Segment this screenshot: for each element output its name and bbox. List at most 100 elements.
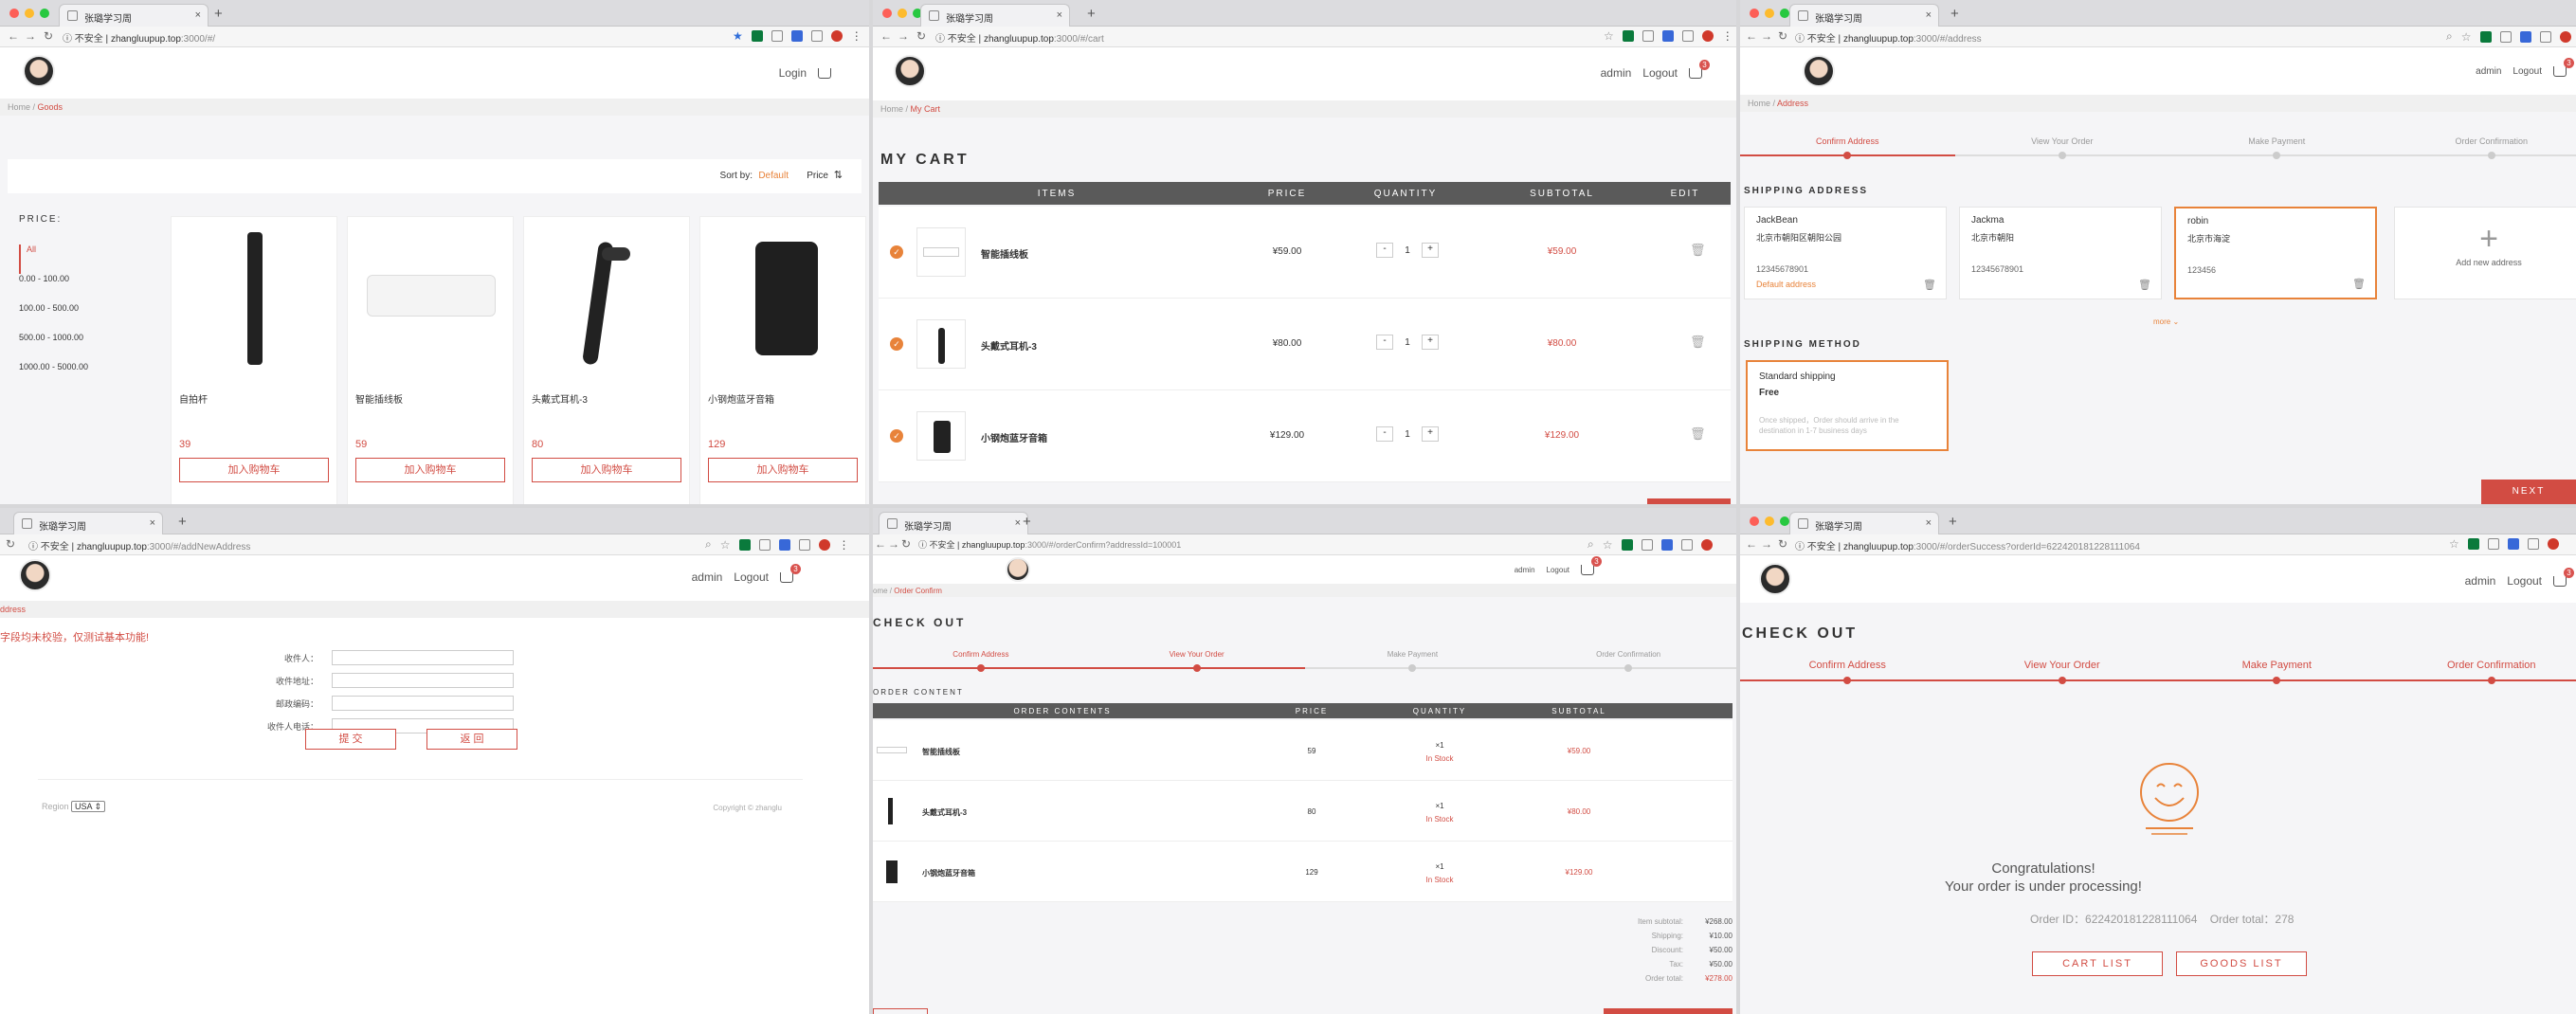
checkout-button[interactable] xyxy=(1647,498,1731,504)
new-tab-button[interactable]: + xyxy=(214,6,223,22)
logout-link[interactable]: Logout xyxy=(2507,574,2542,588)
forward-icon[interactable]: → xyxy=(1761,537,1772,551)
shipping-method-card[interactable]: Standard shipping Free Once shipped，Orde… xyxy=(1746,360,1949,451)
product-card[interactable]: 小钢炮蓝牙音箱 129 加入购物车 xyxy=(699,216,866,504)
back-icon[interactable]: ← xyxy=(875,537,886,551)
extension-icon[interactable] xyxy=(798,538,810,551)
next-button[interactable]: NEXT xyxy=(2481,480,2576,504)
product-name[interactable]: 头戴式耳机-3 xyxy=(532,391,588,406)
extension-icon[interactable] xyxy=(1680,538,1693,551)
extension-icon[interactable] xyxy=(2539,30,2551,43)
extension-icon[interactable] xyxy=(758,538,771,551)
avatar[interactable] xyxy=(23,55,55,87)
breadcrumb-home[interactable]: ome xyxy=(873,587,888,595)
bookmark-star-icon[interactable]: ☆ xyxy=(1604,29,1614,43)
address-card[interactable]: robin 北京市海淀 123456 🗑 xyxy=(2174,207,2377,299)
product-image[interactable] xyxy=(357,223,505,374)
add-to-cart-button[interactable]: 加入购物车 xyxy=(179,458,329,482)
cart-item-name[interactable]: 小钢炮蓝牙音箱 xyxy=(981,430,1047,444)
price-filter-item[interactable]: 1000.00 - 5000.00 xyxy=(19,362,142,391)
window-controls[interactable] xyxy=(1750,9,1789,18)
browser-tab[interactable]: 张璐学习周 × xyxy=(1789,512,1939,534)
quantity-value[interactable]: 1 xyxy=(1399,245,1416,256)
previous-button[interactable] xyxy=(873,1008,928,1014)
product-image[interactable] xyxy=(181,223,329,374)
profile-icon[interactable] xyxy=(818,538,830,551)
add-address-card[interactable]: + Add new address xyxy=(2394,207,2576,299)
extension-icon[interactable] xyxy=(2487,538,2499,550)
reload-icon[interactable]: ↻ xyxy=(6,537,15,551)
submit-button[interactable]: 提 交 xyxy=(305,729,396,750)
new-tab-button[interactable]: + xyxy=(178,514,187,530)
cart-icon[interactable]: 3 xyxy=(2553,568,2574,588)
back-icon[interactable]: ← xyxy=(1746,537,1757,551)
trash-icon[interactable]: 🗑 xyxy=(2352,278,2366,290)
trash-icon[interactable]: 🗑 xyxy=(1923,279,1936,291)
price-filter-item[interactable]: 500.00 - 1000.00 xyxy=(19,333,142,362)
reload-icon[interactable]: ↻ xyxy=(916,29,926,43)
cart-icon[interactable]: 3 xyxy=(1581,556,1602,575)
window-controls[interactable] xyxy=(9,9,49,18)
product-card[interactable]: 头戴式耳机-3 80 加入购物车 xyxy=(523,216,690,504)
close-tab-icon[interactable]: × xyxy=(150,517,155,529)
sort-arrows-icon[interactable]: ⇅ xyxy=(834,169,843,181)
cart-icon[interactable]: 3 xyxy=(1689,60,1710,80)
user-name[interactable]: admin xyxy=(2476,66,2501,77)
extension-icon[interactable] xyxy=(1681,30,1694,42)
extension-icon[interactable] xyxy=(2527,538,2539,550)
reload-icon[interactable]: ↻ xyxy=(901,537,911,551)
browser-tab[interactable]: 张璐学习周 × xyxy=(59,4,209,27)
logout-link[interactable]: Logout xyxy=(1547,566,1569,574)
sort-default[interactable]: Default xyxy=(758,171,789,181)
product-card[interactable]: 自拍杆 39 加入购物车 xyxy=(171,216,337,504)
window-controls[interactable] xyxy=(1750,516,1789,526)
product-name[interactable]: 智能插线板 xyxy=(355,391,403,406)
extension-icon[interactable] xyxy=(2479,30,2492,43)
extension-icon[interactable] xyxy=(751,30,763,42)
menu-icon[interactable]: ⋮ xyxy=(839,538,850,552)
url-field[interactable]: ⓘ 不安全 | zhangluupup.top:3000/#/addNewAdd… xyxy=(28,538,250,552)
region-select[interactable]: USA ⇕ xyxy=(71,801,106,812)
new-tab-button[interactable]: + xyxy=(1087,6,1096,22)
extension-icon[interactable] xyxy=(778,538,790,551)
decrease-button[interactable]: - xyxy=(1376,243,1393,258)
avatar[interactable] xyxy=(19,559,51,591)
profile-icon[interactable] xyxy=(2559,30,2571,43)
extension-icon[interactable] xyxy=(1661,30,1674,42)
quantity-value[interactable]: 1 xyxy=(1399,429,1416,440)
avatar[interactable] xyxy=(894,55,926,87)
close-tab-icon[interactable]: × xyxy=(1926,9,1932,21)
bookmark-star-icon[interactable]: ☆ xyxy=(2461,30,2472,44)
decrease-button[interactable]: - xyxy=(1376,426,1393,442)
cart-item-name[interactable]: 头戴式耳机-3 xyxy=(981,338,1037,353)
forward-icon[interactable]: → xyxy=(25,29,36,43)
increase-button[interactable]: + xyxy=(1422,243,1439,258)
increase-button[interactable]: + xyxy=(1422,335,1439,350)
profile-icon[interactable] xyxy=(830,30,843,42)
extension-icon[interactable] xyxy=(1621,538,1633,551)
form-input[interactable] xyxy=(332,696,514,711)
reload-icon[interactable]: ↻ xyxy=(1778,29,1787,43)
extension-icon[interactable] xyxy=(1622,30,1634,42)
close-tab-icon[interactable]: × xyxy=(195,9,201,21)
trash-icon[interactable]: 🗑 xyxy=(1690,426,1706,442)
increase-button[interactable]: + xyxy=(1422,426,1439,442)
add-to-cart-button[interactable]: 加入购物车 xyxy=(708,458,858,482)
cart-list-button[interactable]: CART LIST xyxy=(2032,951,2163,976)
product-name[interactable]: 小钢炮蓝牙音箱 xyxy=(708,391,774,406)
cart-icon[interactable]: 3 xyxy=(2553,58,2574,77)
extension-icon[interactable] xyxy=(790,30,803,42)
extension-icon[interactable] xyxy=(810,30,823,42)
product-image[interactable] xyxy=(710,223,858,374)
avatar[interactable] xyxy=(1803,55,1835,87)
menu-icon[interactable]: ⋮ xyxy=(851,29,862,43)
price-filter-item[interactable]: 0.00 - 100.00 xyxy=(19,274,142,303)
back-icon[interactable]: ← xyxy=(1746,29,1757,43)
profile-icon[interactable] xyxy=(2547,538,2559,550)
add-to-cart-button[interactable]: 加入购物车 xyxy=(532,458,681,482)
product-image[interactable] xyxy=(534,223,681,374)
bookmark-star-icon[interactable]: ★ xyxy=(733,29,743,43)
product-name[interactable]: 自拍杆 xyxy=(179,391,208,406)
cart-icon[interactable] xyxy=(818,68,831,80)
url-field[interactable]: ⓘ 不安全 | zhangluupup.top:3000/#/orderConf… xyxy=(918,538,1181,551)
